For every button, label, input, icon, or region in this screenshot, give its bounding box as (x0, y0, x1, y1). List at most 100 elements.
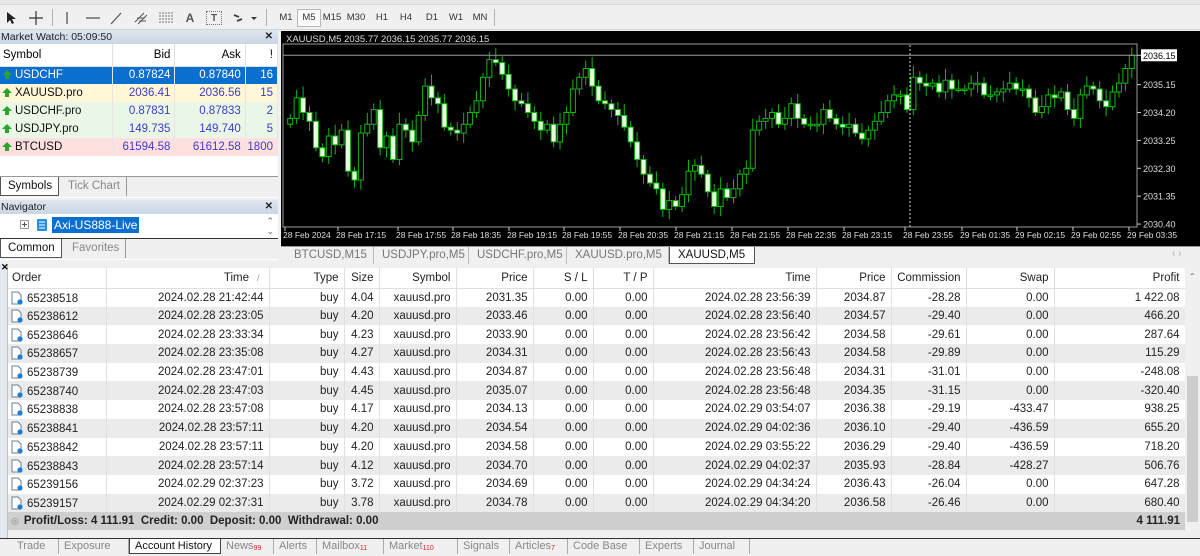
shapes-dropdown-button[interactable] (231, 8, 259, 28)
column-header-sl[interactable]: S / L (533, 268, 594, 289)
candlestick-chart[interactable]: XAUUSD,M5 2035.77 2036.15 2035.77 2036.1… (281, 31, 1200, 246)
symbol-name: USDCHF.pro (15, 105, 82, 117)
tab-signals[interactable]: Signals (458, 539, 510, 554)
history-row[interactable]: 65239157 2024.02.29 02:37:31 buy 3.78 xauusd… (8, 493, 1186, 513)
channel-tool-button[interactable] (133, 8, 151, 28)
price-chart[interactable]: XAUUSD,M5 2035.77 2036.15 2035.77 2036.1… (281, 31, 1200, 246)
market-watch-row[interactable]: USDJPY.pro 149.735 149.740 5 (0, 120, 279, 138)
column-header-tp[interactable]: T / P (593, 268, 654, 289)
timeframe-m30[interactable]: M30 (344, 10, 368, 26)
timeframe-h1[interactable]: H1 (370, 10, 394, 26)
history-row[interactable]: 65238518 2024.02.28 21:42:44 buy 4.04 xauusd… (8, 288, 1186, 307)
scroll-up-icon[interactable]: ⌃ (1189, 272, 1196, 281)
account-name[interactable]: Axi-US888-Live (52, 216, 140, 233)
history-cell: buy (269, 474, 345, 494)
timeframe-m15[interactable]: M15 (320, 10, 344, 26)
chart-tab[interactable]: XAUUSD,M5 (669, 247, 755, 264)
chart-tab[interactable]: BTCUSD,M15 (286, 247, 374, 264)
history-row[interactable]: 65238843 2024.02.28 23:57:14 buy 4.12 xauusd… (8, 456, 1186, 475)
tab-news[interactable]: News99 (221, 539, 274, 554)
cell-value: xauusd.pro (393, 403, 451, 416)
column-header-time[interactable]: Time (653, 268, 817, 289)
history-row[interactable]: 65238842 2024.02.28 23:57:11 buy 4.20 xauusd… (8, 437, 1186, 457)
scrollbar-thumb[interactable] (1187, 376, 1198, 522)
tab-label: Signals (463, 540, 500, 552)
horizontal-line-icon (86, 17, 100, 19)
candle-body-bull (576, 76, 583, 90)
timeframe-mn[interactable]: MN (468, 10, 492, 26)
candle (370, 103, 377, 130)
order-document-icon (11, 365, 23, 379)
close-icon[interactable]: ✕ (265, 200, 273, 214)
column-header-order[interactable]: Order (8, 268, 107, 289)
timeframe-h4[interactable]: H4 (394, 10, 418, 26)
market-watch-row[interactable]: XAUUSD.pro 2036.41 2036.56 15 (0, 84, 279, 102)
history-cell: 0.00 (533, 437, 594, 457)
history-cell: xauusd.pro (379, 381, 457, 401)
column-header-symbol[interactable]: Symbol (0, 44, 114, 67)
history-row[interactable]: 65238612 2024.02.28 23:23:05 buy 4.20 xauusd… (8, 306, 1186, 326)
vertical-scrollbar[interactable]: ⌃ (1185, 268, 1200, 530)
market-watch-row[interactable]: USDCHF.pro 0.87831 0.87833 2 (0, 102, 279, 120)
history-cell: 2024.02.29 04:34:20 (653, 493, 817, 513)
tab-market[interactable]: Market110 (384, 539, 458, 554)
vertical-line-tool-button[interactable] (60, 8, 74, 28)
chart-tab[interactable]: USDJPY.pro,M5 (374, 247, 469, 264)
history-row[interactable]: 65238657 2024.02.28 23:35:08 buy 4.27 xauusd… (8, 344, 1186, 363)
text-label-tool-button[interactable]: T (206, 11, 222, 25)
tab-mailbox[interactable]: Mailbox11 (317, 539, 384, 554)
tab-symbols[interactable]: Symbols (0, 177, 60, 196)
column-header-profit[interactable]: Profit (1054, 268, 1186, 289)
tab-alerts[interactable]: Alerts (274, 539, 317, 554)
tab-tick-chart[interactable]: Tick Chart (62, 177, 127, 196)
column-header-spread[interactable]: ! (245, 44, 279, 67)
tab-trade[interactable]: Trade (12, 539, 59, 554)
horizontal-line-tool-button[interactable] (84, 8, 102, 28)
timeframe-w1[interactable]: W1 (444, 10, 468, 26)
timeframe-m5[interactable]: M5 (297, 9, 321, 27)
trendline-tool-button[interactable] (108, 8, 124, 28)
column-header-ask[interactable]: Ask (174, 44, 246, 67)
column-header-symbol[interactable]: Symbol (379, 268, 457, 289)
tab-account-history[interactable]: Account History (129, 539, 221, 554)
expand-plus-icon[interactable] (20, 219, 30, 230)
tab-journal[interactable]: Journal (694, 539, 750, 554)
navigator-scrollbar[interactable]: ⌃ ⌄ (266, 216, 274, 236)
chart-tab[interactable]: XAUUSD.pro,M5 (567, 247, 669, 264)
history-row[interactable]: 65238838 2024.02.28 23:57:08 buy 4.17 xauusd… (8, 400, 1186, 419)
close-icon[interactable]: ✕ (265, 30, 273, 44)
history-row[interactable]: 65238739 2024.02.28 23:47:01 buy 4.43 xauusd… (8, 362, 1186, 382)
history-row[interactable]: 65238740 2024.02.28 23:47:03 buy 4.45 xauusd… (8, 381, 1186, 401)
column-header-type[interactable]: Type (269, 268, 345, 289)
tab-common[interactable]: Common (0, 239, 62, 258)
timeframe-d1[interactable]: D1 (420, 10, 444, 26)
history-row[interactable]: 65239156 2024.02.29 02:37:23 buy 3.72 xauusd… (8, 474, 1186, 494)
chart-tabs-scroll[interactable]: ‹ › (1172, 248, 1181, 259)
cell-value: 2034.31 (485, 347, 528, 360)
tab-exposure[interactable]: Exposure (59, 539, 129, 554)
history-row[interactable]: 65238646 2024.02.28 23:33:34 buy 4.23 xauusd… (8, 325, 1186, 345)
market-watch-row[interactable]: USDCHF 0.87824 0.87840 16 (0, 66, 279, 84)
column-header-commission[interactable]: Commission (891, 268, 967, 289)
column-header-swap[interactable]: Swap (966, 268, 1055, 289)
column-header-bid[interactable]: Bid (112, 44, 176, 67)
candle (646, 166, 653, 187)
text-tool-button[interactable]: A (183, 8, 197, 28)
cursor-tool-button[interactable] (3, 8, 19, 28)
column-header-time[interactable]: Time / (106, 268, 270, 289)
tab-code-base[interactable]: Code Base (568, 539, 640, 554)
column-header-size[interactable]: Size (344, 268, 380, 289)
chart-tab[interactable]: USDCHF.pro,M5 (469, 247, 567, 264)
tab-favorites[interactable]: Favorites (66, 239, 127, 258)
timeframe-m1[interactable]: M1 (274, 10, 298, 26)
column-header-price[interactable]: Price (456, 268, 534, 289)
candle (807, 116, 814, 130)
market-watch-row[interactable]: BTCUSD 61594.58 61612.58 1800 (0, 138, 279, 156)
history-row[interactable]: 65238841 2024.02.28 23:57:11 buy 4.20 xauusd… (8, 418, 1186, 438)
tab-articles[interactable]: Articles7 (510, 539, 568, 554)
tab-experts[interactable]: Experts (640, 539, 694, 554)
navigator-account-node[interactable]: Axi-US888-Live (20, 216, 140, 233)
column-header-price[interactable]: Price (816, 268, 892, 289)
crosshair-tool-button[interactable] (26, 8, 46, 28)
fibonacci-tool-button[interactable] (157, 8, 175, 28)
